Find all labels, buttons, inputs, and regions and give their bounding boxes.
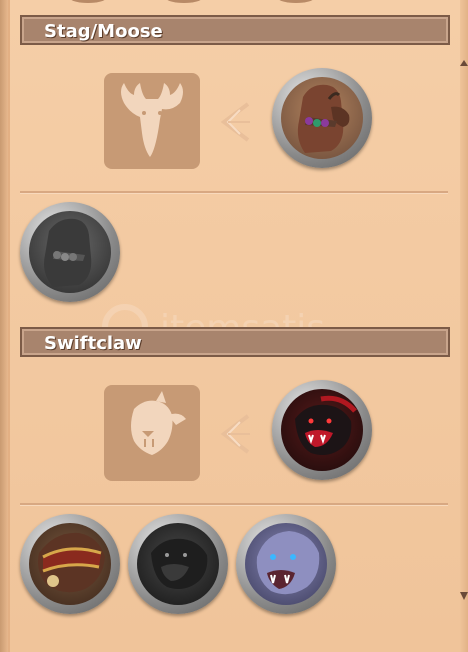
section-header-stag-moose: Stag/Moose	[20, 15, 450, 45]
moose-base-tile[interactable]	[104, 73, 200, 169]
panel-left-edge	[0, 0, 8, 652]
armored-swiftclaw-variant-icon[interactable]	[20, 514, 120, 614]
panel-right-edge	[460, 0, 468, 652]
scroll-down-icon[interactable]	[460, 590, 468, 602]
blue-swiftclaw-variant-icon[interactable]	[236, 514, 336, 614]
section-header-swiftclaw: Swiftclaw	[20, 327, 450, 357]
swiftclaw-base-tile[interactable]	[104, 385, 200, 481]
moose-silhouette-icon	[121, 83, 183, 157]
section-title: Swiftclaw	[44, 333, 142, 354]
section-divider	[20, 503, 448, 506]
section-divider	[20, 191, 448, 194]
swiftclaw-silhouette-icon	[131, 391, 186, 455]
top-cut-medals	[71, 0, 313, 3]
armored-moose-mount-icon[interactable]	[272, 68, 372, 168]
section-title: Stag/Moose	[44, 21, 163, 42]
red-swiftclaw-mount-icon[interactable]	[272, 380, 372, 480]
black-swiftclaw-variant-icon[interactable]	[128, 514, 228, 614]
upgrade-arrow-icon	[220, 414, 250, 454]
moose-grey-variant-icon[interactable]	[20, 202, 120, 302]
upgrade-arrow-icon	[220, 102, 250, 142]
scroll-up-icon[interactable]	[460, 58, 468, 68]
